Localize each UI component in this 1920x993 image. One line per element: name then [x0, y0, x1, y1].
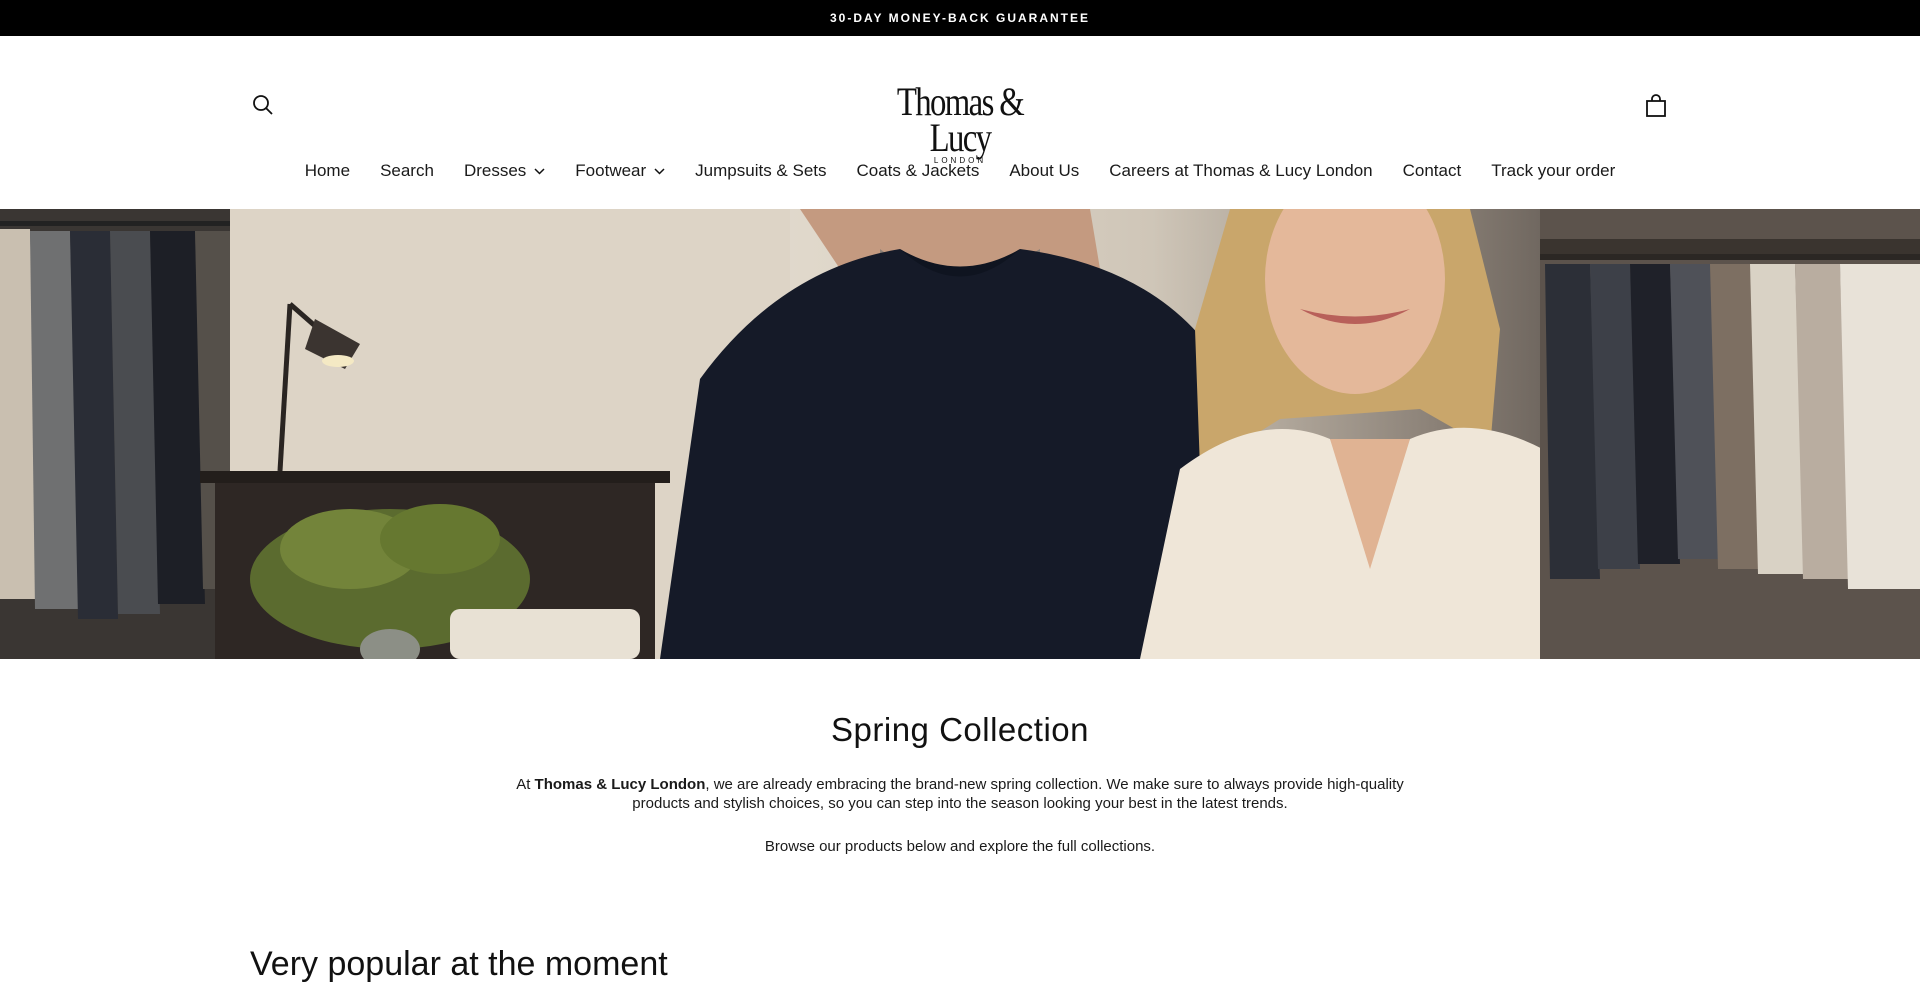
nav-item-label: Coats & Jackets: [856, 161, 980, 180]
spring-collection-intro: Spring Collection At Thomas & Lucy Londo…: [0, 709, 1920, 856]
nav-item-track-order[interactable]: Track your order: [1476, 161, 1630, 181]
clothing-rack-left: [0, 221, 230, 619]
search-icon: [253, 95, 273, 115]
site-header: Thomas & Lucy LONDON Home Search Dresses…: [0, 36, 1920, 209]
announcement-text: 30-DAY MONEY-BACK GUARANTEE: [829, 11, 1091, 25]
nav-item-label: Track your order: [1491, 161, 1616, 180]
nav-item-label: Footwear: [575, 161, 647, 180]
intro-body: , we are already embracing the brand-new…: [632, 776, 1404, 812]
site-logo[interactable]: Thomas & Lucy LONDON: [860, 82, 1060, 166]
intro-paragraph: At Thomas & Lucy London, we are already …: [510, 775, 1410, 813]
search-button[interactable]: [248, 90, 278, 120]
shopping-bag-icon: [1646, 94, 1666, 117]
announcement-bar: 30-DAY MONEY-BACK GUARANTEE: [0, 0, 1920, 36]
chevron-down-icon: [654, 167, 665, 175]
nav-item-footwear[interactable]: Footwear: [560, 161, 680, 181]
intro-brand: Thomas & Lucy London: [534, 776, 706, 793]
nav-item-home[interactable]: Home: [290, 161, 365, 181]
nav-item-jumpsuits-sets[interactable]: Jumpsuits & Sets: [680, 161, 841, 181]
hero-image: [0, 209, 1920, 659]
cart-button[interactable]: [1640, 90, 1672, 122]
nav-item-search[interactable]: Search: [365, 161, 449, 181]
nav-item-label: Jumpsuits & Sets: [695, 161, 827, 180]
nav-item-label: About Us: [1009, 161, 1080, 180]
main-navigation: Home Search Dresses Footwear Jumpsuits &…: [0, 158, 1920, 184]
chevron-down-icon: [534, 167, 545, 175]
nav-item-dresses[interactable]: Dresses: [449, 161, 560, 181]
nav-item-coats-jackets[interactable]: Coats & Jackets: [842, 161, 995, 181]
nav-item-label: Home: [304, 161, 351, 180]
nav-item-label: Careers at Thomas & Lucy London: [1109, 161, 1373, 180]
page-title: Spring Collection: [831, 711, 1089, 748]
clothing-rack-right: [1540, 209, 1920, 659]
nav-item-label: Search: [380, 161, 434, 180]
nav-item-contact[interactable]: Contact: [1388, 161, 1477, 181]
logo-wordmark: Thomas & Lucy: [896, 79, 1025, 160]
intro-browse-text: Browse our products below and explore th…: [764, 838, 1156, 855]
nav-item-careers[interactable]: Careers at Thomas & Lucy London: [1094, 161, 1387, 181]
nav-item-label: Dresses: [463, 161, 527, 180]
popular-section-title: Very popular at the moment: [250, 945, 668, 983]
nav-item-about-us[interactable]: About Us: [994, 161, 1094, 181]
hero-illustration: [0, 209, 1920, 659]
intro-prefix: At: [516, 776, 535, 793]
nav-item-label: Contact: [1402, 161, 1462, 180]
